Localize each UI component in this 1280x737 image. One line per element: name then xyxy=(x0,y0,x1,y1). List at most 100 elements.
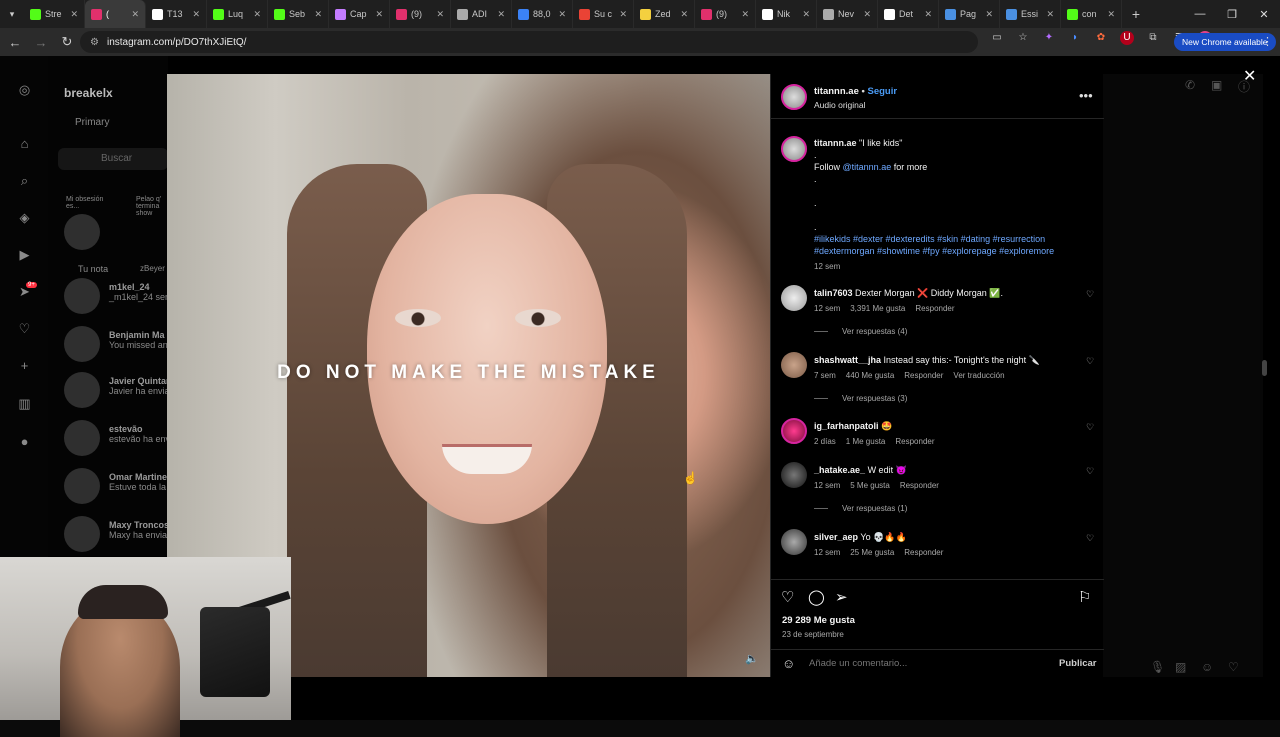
home-icon[interactable]: ⌂ xyxy=(17,136,32,151)
tab-close-icon[interactable]: ✕ xyxy=(70,9,78,20)
more-options-icon[interactable]: ••• xyxy=(1079,88,1093,103)
profile-icon[interactable]: ● xyxy=(17,434,32,449)
address-bar[interactable]: ⚙ instagram.com/p/DO7thXJiEtQ/ xyxy=(80,31,978,53)
caption-hashtags[interactable]: #ilikekids #dexter #dexteredits #skin #d… xyxy=(814,233,1094,257)
browser-tab[interactable]: Pag ✕ xyxy=(939,0,1000,28)
forward-icon[interactable]: → xyxy=(32,35,50,50)
minimize-icon[interactable]: — xyxy=(1184,8,1216,20)
publish-button[interactable]: Publicar xyxy=(1059,658,1097,669)
comment-likes[interactable]: 1 Me gusta xyxy=(846,437,886,446)
tab-close-icon[interactable]: ✕ xyxy=(253,9,261,20)
restore-icon[interactable]: ❐ xyxy=(1216,8,1248,21)
reply-button[interactable]: Responder xyxy=(900,481,939,490)
tab-close-icon[interactable]: ✕ xyxy=(314,9,322,20)
new-tab-button[interactable]: + xyxy=(1122,6,1150,22)
new-chrome-available-button[interactable]: New Chrome available xyxy=(1174,33,1276,51)
close-modal-icon[interactable]: ✕ xyxy=(1243,66,1256,86)
browser-tab[interactable]: Nev ✕ xyxy=(817,0,878,28)
browser-tab[interactable]: Seb ✕ xyxy=(268,0,329,28)
sticker-icon[interactable]: ☺ xyxy=(1201,660,1213,674)
tab-close-icon[interactable]: ✕ xyxy=(985,9,993,20)
commenter-avatar[interactable] xyxy=(781,418,807,444)
follow-button[interactable]: Seguir xyxy=(867,86,897,97)
dm-search-input[interactable]: Buscar xyxy=(58,148,168,170)
comment-like-icon[interactable]: ♡ xyxy=(1086,289,1094,300)
browser-tab[interactable]: Zed ✕ xyxy=(634,0,695,28)
dm-username[interactable]: breakelx xyxy=(64,86,113,100)
conversation-avatar[interactable] xyxy=(64,278,100,314)
back-icon[interactable]: ← xyxy=(6,35,24,50)
extension-blue-icon[interactable]: ◗ xyxy=(1068,31,1082,45)
browser-tab[interactable]: Stre ✕ xyxy=(24,0,85,28)
comment-username[interactable]: ig_farhanpatoli xyxy=(814,421,879,431)
caption-avatar[interactable] xyxy=(781,136,807,162)
browser-tab[interactable]: Luq ✕ xyxy=(207,0,268,28)
browser-tab[interactable]: T13 ✕ xyxy=(146,0,207,28)
tab-close-icon[interactable]: ✕ xyxy=(924,9,932,20)
cast-icon[interactable]: ▭ xyxy=(990,31,1004,45)
commenter-avatar[interactable] xyxy=(781,285,807,311)
save-bookmark-icon[interactable]: ⚐ xyxy=(1078,588,1091,606)
reply-button[interactable]: Responder xyxy=(904,371,943,380)
mic-icon[interactable]: 🎙 xyxy=(1150,660,1165,674)
view-replies-button[interactable]: Ver respuestas (4) xyxy=(814,327,907,336)
commenter-avatar[interactable] xyxy=(781,462,807,488)
conversation-avatar[interactable] xyxy=(64,468,100,504)
site-info-icon[interactable]: ⚙ xyxy=(90,37,99,48)
comment-likes[interactable]: 440 Me gusta xyxy=(846,371,894,380)
tab-close-icon[interactable]: ✕ xyxy=(1046,9,1054,20)
tab-close-icon[interactable]: ✕ xyxy=(619,9,627,20)
tab-close-icon[interactable]: ✕ xyxy=(558,9,566,20)
caption-handle-link[interactable]: @titannn.ae xyxy=(843,162,892,172)
comment-icon[interactable]: ◯ xyxy=(808,588,825,606)
comment-like-icon[interactable]: ♡ xyxy=(1086,466,1094,477)
notifications-heart-icon[interactable]: ♡ xyxy=(17,321,32,336)
browser-tab[interactable]: (9) ✕ xyxy=(390,0,451,28)
extension-purple-icon[interactable]: ✦ xyxy=(1042,31,1056,45)
comment-likes[interactable]: 3,391 Me gusta xyxy=(850,304,905,313)
caption-username[interactable]: titannn.ae xyxy=(814,138,857,148)
tab-close-icon[interactable]: ✕ xyxy=(863,9,871,20)
image-icon[interactable]: ▨ xyxy=(1175,660,1186,674)
comment-input[interactable] xyxy=(809,658,1029,669)
close-window-icon[interactable]: ✕ xyxy=(1248,8,1280,21)
reply-button[interactable]: Responder xyxy=(915,304,954,313)
author-avatar[interactable] xyxy=(781,84,807,110)
conversation-avatar[interactable] xyxy=(64,326,100,362)
conversation-avatar[interactable] xyxy=(64,516,100,552)
comment-likes[interactable]: 5 Me gusta xyxy=(850,481,890,490)
browser-tab[interactable]: ADI ✕ xyxy=(451,0,512,28)
my-note-avatar[interactable] xyxy=(64,214,100,250)
comment-likes[interactable]: 25 Me gusta xyxy=(850,548,894,557)
call-icon[interactable]: ✆ xyxy=(1185,78,1195,92)
share-icon[interactable]: ➢ xyxy=(835,588,848,606)
tab-close-icon[interactable]: ✕ xyxy=(680,9,688,20)
tab-close-icon[interactable]: ✕ xyxy=(802,9,810,20)
emoji-icon[interactable]: ☺ xyxy=(782,656,795,671)
mute-toggle-icon[interactable]: 🔈 xyxy=(745,652,759,665)
reels-icon[interactable]: ▶ xyxy=(17,247,32,262)
tab-close-icon[interactable]: ✕ xyxy=(131,9,139,20)
dm-tab-primary[interactable]: Primary xyxy=(75,117,109,128)
reload-icon[interactable]: ↻ xyxy=(58,34,76,50)
comment-username[interactable]: _hatake.ae_ xyxy=(814,465,865,475)
create-icon[interactable]: + xyxy=(17,358,32,373)
instagram-logo-icon[interactable]: ◎ xyxy=(17,82,32,97)
extension-orange-icon[interactable]: ✿ xyxy=(1094,31,1108,45)
extensions-puzzle-icon[interactable]: ⧉ xyxy=(1146,31,1160,45)
conversation-avatar[interactable] xyxy=(64,372,100,408)
commenter-avatar[interactable] xyxy=(781,529,807,555)
browser-tab[interactable]: 88,0 ✕ xyxy=(512,0,573,28)
tab-close-icon[interactable]: ✕ xyxy=(741,9,749,20)
translate-button[interactable]: Ver traducción xyxy=(953,371,1004,380)
extension-red-icon[interactable]: U xyxy=(1120,31,1134,45)
audio-label[interactable]: Audio original xyxy=(814,100,866,110)
tab-close-icon[interactable]: ✕ xyxy=(1107,9,1115,20)
like-heart-icon[interactable]: ♡ xyxy=(781,588,794,606)
like-icon[interactable]: ♡ xyxy=(1228,660,1239,674)
comment-username[interactable]: shashwatt__jha xyxy=(814,355,881,365)
tab-close-icon[interactable]: ✕ xyxy=(192,9,200,20)
comment-username[interactable]: talin7603 xyxy=(814,288,853,298)
dashboard-icon[interactable]: ▥ xyxy=(17,396,32,411)
browser-tab[interactable]: Det ✕ xyxy=(878,0,939,28)
